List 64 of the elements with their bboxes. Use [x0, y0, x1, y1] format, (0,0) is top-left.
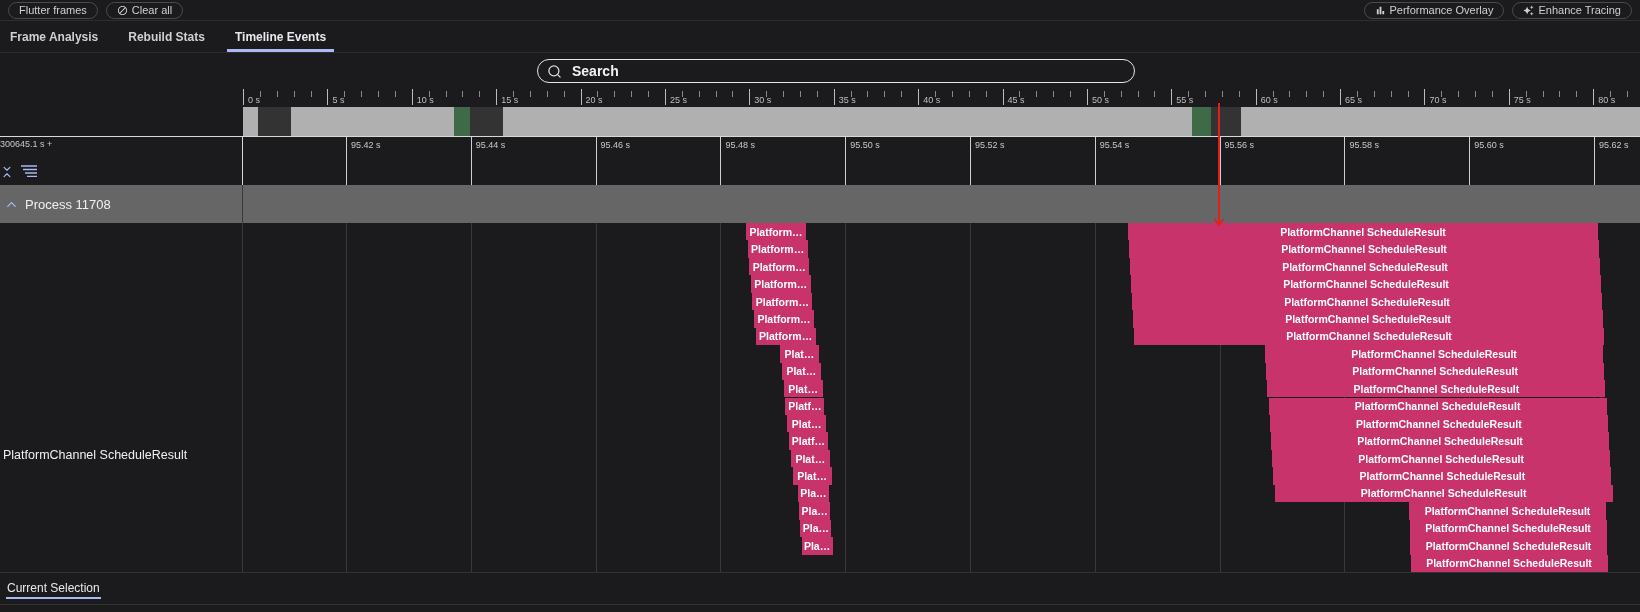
- event-bar[interactable]: PlatformChannel ScheduleResult: [1129, 240, 1599, 258]
- track-label: PlatformChannel ScheduleResult: [3, 448, 188, 462]
- tab[interactable]: Current Selection: [6, 578, 101, 599]
- time-tick-label: 95.42 s: [351, 140, 381, 150]
- event-bar[interactable]: PlatformChannel ScheduleResult: [1265, 345, 1603, 363]
- event-bar[interactable]: Pla…: [799, 502, 831, 520]
- time-tick-label: 75 s: [1512, 95, 1531, 105]
- time-tick-label: 5 s: [331, 95, 345, 105]
- time-tick-label: 95.58 s: [1349, 140, 1379, 150]
- time-tick-label: 55 s: [1175, 95, 1194, 105]
- event-bar[interactable]: PlatformChannel ScheduleResult: [1410, 537, 1607, 555]
- bar-chart-icon: [1374, 4, 1386, 16]
- time-tick-label: 70 s: [1428, 95, 1447, 105]
- time-tick-label: 15 s: [500, 95, 519, 105]
- process-header[interactable]: Process 11708: [0, 185, 243, 223]
- time-tick-label: 65 s: [1344, 95, 1363, 105]
- event-bar[interactable]: Plat…: [792, 467, 832, 485]
- time-tick-label: 20 s: [584, 95, 603, 105]
- event-bar[interactable]: Plat…: [783, 380, 823, 398]
- event-bar[interactable]: PlatformChannel ScheduleResult: [1267, 380, 1606, 398]
- event-bar[interactable]: PlatformChannel ScheduleResult: [1131, 275, 1601, 293]
- event-bar[interactable]: PlatformChannel ScheduleResult: [1268, 397, 1607, 415]
- time-tick-label: 25 s: [668, 95, 687, 105]
- collapse-all-icon[interactable]: [0, 165, 14, 179]
- time-tick-label: 0 s: [247, 95, 260, 105]
- time-tick-label: 95.52 s: [975, 140, 1005, 150]
- clear-icon: [116, 4, 128, 16]
- time-tick-label: 95.44 s: [475, 140, 506, 150]
- event-bar[interactable]: Platf…: [785, 397, 825, 415]
- tab[interactable]: Timeline Events: [226, 21, 335, 52]
- event-bar[interactable]: Platform…: [754, 310, 814, 328]
- time-tick-label: 30 s: [753, 95, 772, 105]
- search-field[interactable]: Search: [537, 59, 1135, 83]
- event-bar[interactable]: Platform…: [750, 275, 811, 293]
- tab[interactable]: Rebuild Stats: [120, 21, 213, 52]
- time-tick-label: 10 s: [415, 95, 434, 105]
- time-tick-label: 95.60 s: [1474, 140, 1504, 150]
- tab[interactable]: Frame Analysis: [2, 21, 107, 52]
- event-bar[interactable]: PlatformChannel ScheduleResult: [1271, 432, 1609, 450]
- time-tick-label: 35 s: [837, 95, 856, 105]
- time-tick-label: 40 s: [922, 95, 941, 105]
- time-tick-label: 50 s: [1090, 95, 1109, 105]
- time-tick-label: 60 s: [1259, 95, 1278, 105]
- time-tick-label: 95.46 s: [600, 140, 631, 150]
- time-tick-label: 80 s: [1597, 95, 1616, 105]
- event-bar[interactable]: PlatformChannel ScheduleResult: [1273, 467, 1612, 485]
- event-bar[interactable]: PlatformChannel ScheduleResult: [1409, 502, 1606, 520]
- time-offset-label: 300645.1 s +: [0, 139, 54, 149]
- event-bar[interactable]: Platform…: [746, 223, 806, 241]
- time-tick-label: 95.62 s: [1598, 140, 1629, 150]
- event-bar[interactable]: PlatformChannel ScheduleResult: [1133, 310, 1603, 328]
- time-tick-label: 45 s: [1006, 95, 1025, 105]
- sort-lines-icon[interactable]: [20, 165, 38, 177]
- event-bar[interactable]: PlatformChannel ScheduleResult: [1128, 223, 1598, 241]
- time-tick-label: 95.48 s: [725, 140, 755, 150]
- event-bar[interactable]: Platf…: [789, 432, 828, 450]
- event-bar[interactable]: Plat…: [780, 345, 819, 363]
- time-tick-label: 95.54 s: [1099, 140, 1130, 150]
- event-bar[interactable]: Platform…: [747, 240, 808, 258]
- time-tick-label: 95.50 s: [850, 140, 880, 150]
- event-bar[interactable]: Pla…: [801, 537, 833, 555]
- search-icon: [547, 63, 562, 79]
- sparkle-icon: [1523, 4, 1535, 16]
- time-tick-label: 95.56 s: [1224, 140, 1255, 150]
